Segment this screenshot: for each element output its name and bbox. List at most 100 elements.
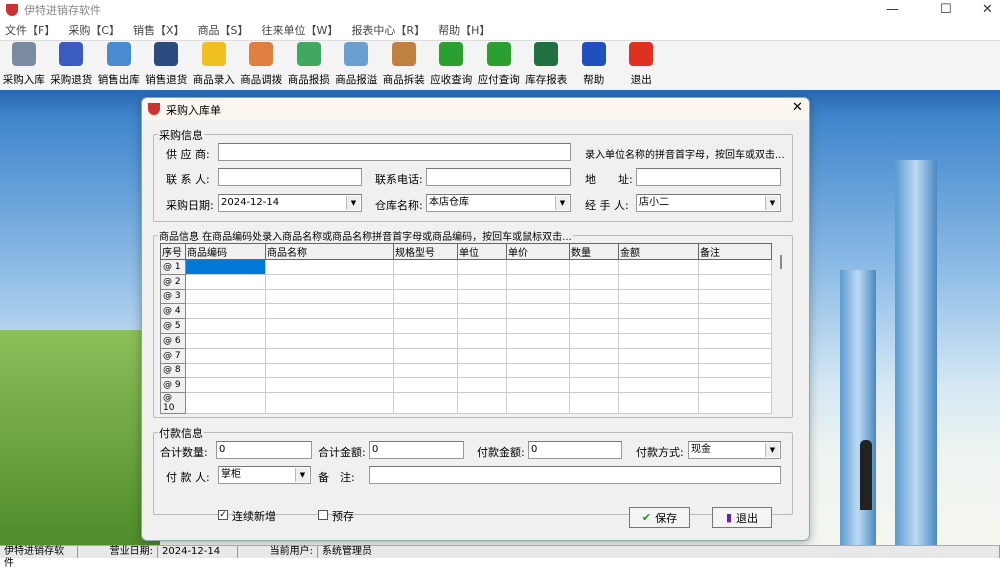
toolbar-button-3[interactable]: 销售出库	[95, 41, 143, 91]
table-row[interactable]: @ 10	[160, 392, 772, 415]
table-cell[interactable]	[185, 347, 266, 364]
toolbar-button-10[interactable]: 应收查询	[428, 41, 476, 91]
table-cell[interactable]	[457, 362, 507, 379]
table-cell[interactable]	[393, 347, 458, 364]
toolbar-button-13[interactable]: 帮助	[570, 41, 618, 91]
chevron-down-icon[interactable]: ▼	[765, 196, 779, 210]
toolbar-button-8[interactable]: 商品报溢	[333, 41, 381, 91]
handler-select[interactable]: 店小二 ▼	[636, 194, 781, 212]
window-close-button[interactable]: ✕	[982, 2, 993, 17]
column-header[interactable]: 规格型号	[393, 243, 458, 260]
menu-item[interactable]: 帮助【H】	[433, 22, 498, 38]
total-qty-input[interactable]: 0	[216, 441, 312, 459]
toolbar-button-12[interactable]: 库存报表	[523, 41, 571, 91]
save-button[interactable]: ✔ 保存	[629, 507, 690, 528]
table-cell[interactable]	[618, 318, 699, 334]
table-cell[interactable]	[185, 362, 266, 379]
table-cell[interactable]	[698, 362, 772, 379]
column-header[interactable]: 单位	[457, 243, 507, 260]
table-cell[interactable]	[265, 303, 394, 320]
table-cell[interactable]	[506, 332, 570, 349]
goods-table[interactable]: 序号 商品编码 商品名称 规格型号 单位 单价 数量 金额 备注 @ 1 @ 2 @ 3 @ 4 @ 5 @…	[160, 243, 772, 415]
table-cell[interactable]	[457, 288, 507, 305]
address-input[interactable]	[636, 168, 781, 186]
table-cell[interactable]	[698, 377, 772, 394]
column-header[interactable]: 备注	[698, 243, 772, 260]
maximize-button[interactable]: ☐	[940, 2, 952, 17]
table-cell[interactable]	[393, 392, 458, 415]
table-row[interactable]: @ 2	[160, 273, 772, 290]
toolbar-button-14[interactable]: 退出	[618, 41, 666, 91]
table-cell[interactable]	[265, 259, 394, 275]
table-cell[interactable]	[265, 273, 394, 290]
table-cell[interactable]	[457, 377, 507, 394]
column-header[interactable]: 数量	[569, 243, 619, 260]
table-cell[interactable]	[457, 259, 507, 275]
table-cell[interactable]	[618, 332, 699, 349]
table-cell[interactable]	[457, 332, 507, 349]
table-cell[interactable]	[698, 259, 772, 275]
table-cell[interactable]	[393, 377, 458, 394]
contact-input[interactable]	[218, 168, 362, 186]
table-cell[interactable]	[265, 288, 394, 305]
table-cell[interactable]	[618, 288, 699, 305]
table-row[interactable]: @ 7	[160, 347, 772, 364]
table-cell[interactable]	[265, 377, 394, 394]
menu-item[interactable]: 销售【X】	[128, 22, 193, 38]
table-cell[interactable]	[506, 392, 570, 415]
toolbar-button-5[interactable]: 商品录入	[190, 41, 238, 91]
table-cell[interactable]	[393, 362, 458, 379]
table-cell[interactable]	[506, 347, 570, 364]
chevron-down-icon[interactable]: ▼	[295, 468, 309, 482]
column-header[interactable]: 商品编码	[185, 243, 266, 260]
column-header[interactable]: 金额	[618, 243, 699, 260]
table-cell[interactable]	[457, 392, 507, 415]
menu-item[interactable]: 往来单位【W】	[257, 22, 347, 38]
table-cell[interactable]	[618, 273, 699, 290]
phone-input[interactable]	[426, 168, 571, 186]
table-cell[interactable]	[506, 303, 570, 320]
column-header[interactable]: 商品名称	[265, 243, 394, 260]
column-header[interactable]: 单价	[506, 243, 570, 260]
table-row[interactable]: @ 4	[160, 303, 772, 320]
table-cell[interactable]	[698, 318, 772, 334]
menu-item[interactable]: 报表中心【R】	[346, 22, 433, 38]
scrollbar-thumb[interactable]	[780, 255, 782, 269]
toolbar-button-11[interactable]: 应付查询	[475, 41, 523, 91]
table-cell[interactable]	[185, 259, 266, 275]
toolbar-button-4[interactable]: 销售退货	[143, 41, 191, 91]
table-cell[interactable]	[457, 347, 507, 364]
table-cell[interactable]	[618, 259, 699, 275]
table-cell[interactable]	[393, 332, 458, 349]
table-cell[interactable]	[185, 318, 266, 334]
table-cell[interactable]	[698, 273, 772, 290]
table-row[interactable]: @ 9	[160, 377, 772, 394]
table-cell[interactable]	[698, 347, 772, 364]
menu-item[interactable]: 文件【F】	[0, 22, 63, 38]
table-cell[interactable]	[185, 392, 266, 415]
table-cell[interactable]	[569, 303, 619, 320]
table-cell[interactable]	[393, 303, 458, 320]
table-cell[interactable]	[618, 303, 699, 320]
table-cell[interactable]	[506, 318, 570, 334]
table-cell[interactable]	[569, 392, 619, 415]
table-cell[interactable]	[457, 303, 507, 320]
prestore-checkbox[interactable]	[318, 510, 328, 520]
table-cell[interactable]	[698, 392, 772, 415]
table-cell[interactable]	[569, 318, 619, 334]
table-cell[interactable]	[698, 332, 772, 349]
toolbar-button-7[interactable]: 商品报损	[285, 41, 333, 91]
table-cell[interactable]	[506, 362, 570, 379]
table-cell[interactable]	[569, 288, 619, 305]
dialog-close-button[interactable]: ✕	[792, 100, 803, 115]
date-picker[interactable]: 2024-12-14 ▼	[218, 194, 362, 212]
method-select[interactable]: 现金 ▼	[688, 441, 781, 459]
table-cell[interactable]	[618, 377, 699, 394]
table-cell[interactable]	[265, 318, 394, 334]
toolbar-button-2[interactable]: 采购退货	[48, 41, 96, 91]
exit-button[interactable]: ▮ 退出	[712, 507, 772, 528]
table-cell[interactable]	[569, 332, 619, 349]
table-row[interactable]: @ 3	[160, 288, 772, 305]
paid-input[interactable]: 0	[528, 441, 622, 459]
table-cell[interactable]	[393, 259, 458, 275]
